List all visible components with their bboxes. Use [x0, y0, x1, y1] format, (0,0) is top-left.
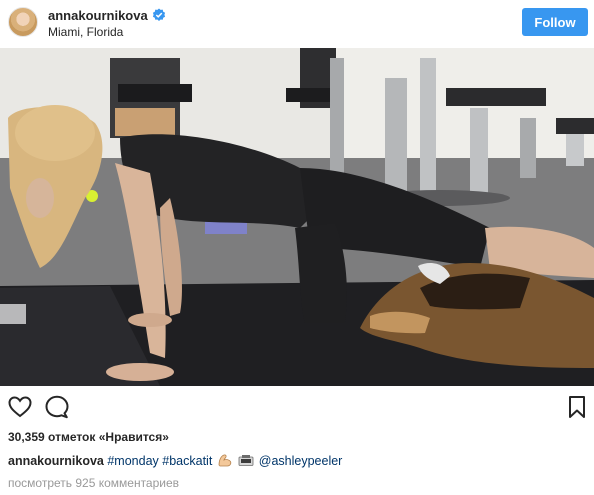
header-username[interactable]: annakournikova [48, 8, 148, 23]
post-header: annakournikova Miami, Florida Follow [0, 0, 594, 48]
avatar[interactable] [8, 7, 38, 37]
instagram-post: annakournikova Miami, Florida Follow 30,… [0, 0, 594, 495]
camera-emoji-icon [238, 455, 254, 466]
view-comments-link[interactable]: посмотреть 925 комментариев [8, 476, 179, 490]
comment-icon[interactable] [44, 394, 70, 420]
heart-icon[interactable] [7, 394, 33, 420]
hashtag-monday[interactable]: #monday [107, 454, 158, 468]
likes-count[interactable]: 30,359 отметок «Нравится» [8, 430, 169, 444]
hashtag-backatit[interactable]: #backatit [162, 454, 212, 468]
photo-image [0, 48, 594, 386]
flexed-biceps-emoji-icon [218, 454, 232, 467]
caption: annakournikova #monday #backatit @ashley… [8, 453, 342, 468]
location-link[interactable]: Miami, Florida [48, 25, 123, 39]
post-photo[interactable] [0, 48, 594, 386]
follow-button[interactable]: Follow [522, 8, 588, 36]
mention-link[interactable]: @ashleypeeler [259, 454, 343, 468]
caption-username[interactable]: annakournikova [8, 454, 104, 468]
verified-badge-icon [152, 8, 166, 21]
bookmark-icon[interactable] [564, 394, 590, 420]
action-bar [0, 386, 594, 426]
